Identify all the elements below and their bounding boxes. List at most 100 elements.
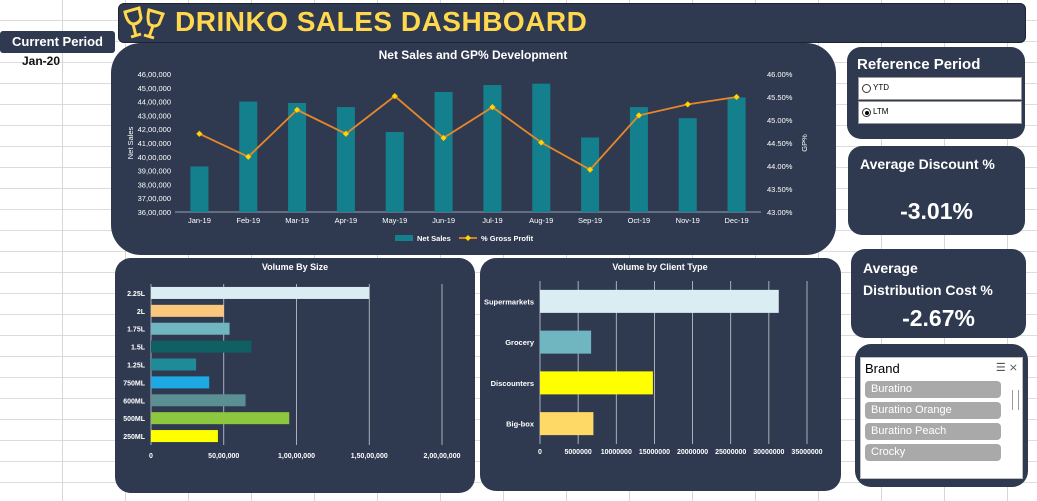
chart-title: Volume by Client Type xyxy=(612,262,707,272)
x-tick-label: Mar-19 xyxy=(285,216,309,225)
x-tick-label: 35000000 xyxy=(791,449,822,456)
y2-tick-label: 43.00% xyxy=(767,208,793,217)
category-label: 2.25L xyxy=(127,291,146,298)
net-sales-bar xyxy=(336,107,355,212)
brand-item[interactable]: Buratino Peach xyxy=(865,423,1001,440)
net-sales-bar xyxy=(532,83,551,212)
dashboard-title-bar: DRINKO SALES DASHBOARD xyxy=(118,3,1026,43)
y-tick-label: 39,00,000 xyxy=(138,167,171,176)
gross-profit-line xyxy=(199,94,737,171)
volume-bar xyxy=(151,340,252,353)
brand-item[interactable]: Buratino Orange xyxy=(865,402,1001,419)
category-label: Big-box xyxy=(506,420,535,429)
legend-net-sales-label: Net Sales xyxy=(417,234,451,243)
average-discount-title: Average Discount % xyxy=(860,156,995,172)
gross-profit-point xyxy=(684,101,692,108)
volume-bar xyxy=(151,358,197,371)
y2-tick-label: 45.50% xyxy=(767,93,793,102)
distribution-cost-value: -2.67% xyxy=(902,305,975,331)
category-label: Discounters xyxy=(491,379,534,388)
category-label: 750ML xyxy=(123,380,146,387)
net-sales-bar xyxy=(678,118,697,212)
x-tick-label: Jan-19 xyxy=(188,216,211,225)
y-tick-label: 36,00,000 xyxy=(138,208,171,217)
x-tick-label: 25000000 xyxy=(715,449,746,456)
y-tick-label: 42,00,000 xyxy=(138,125,171,134)
ytd-radio[interactable] xyxy=(862,84,871,93)
y-tick-label: 46,00,000 xyxy=(138,70,171,79)
brand-slicer: Brand ☰ ⨯ Buratino Buratino Orange Burat… xyxy=(860,357,1023,479)
average-discount-card: Average Discount % -3.01% xyxy=(848,146,1025,235)
ytd-label: YTD xyxy=(873,83,889,92)
legend-gp-label: % Gross Profit xyxy=(481,234,534,243)
ltm-option[interactable]: LTM xyxy=(858,101,1022,124)
legend-net-sales-swatch xyxy=(395,235,413,241)
volume-bar xyxy=(151,394,246,407)
distribution-cost-title-line1: Average xyxy=(863,260,918,276)
multi-select-icon[interactable]: ☰ xyxy=(996,362,1006,374)
category-label: 1.75L xyxy=(127,327,146,334)
volume-bar xyxy=(151,430,218,443)
net-sales-bar xyxy=(190,166,209,212)
category-label: 600ML xyxy=(123,398,146,405)
net-sales-bar xyxy=(727,97,746,212)
legend-gp-marker xyxy=(465,235,471,241)
volume-bar xyxy=(151,304,224,317)
brand-slicer-title: Brand xyxy=(865,361,900,376)
x-tick-label: 5000000 xyxy=(565,449,592,456)
ytd-option[interactable]: YTD xyxy=(858,77,1022,100)
volume-bar xyxy=(151,412,290,425)
volume-by-size-chart: Volume By Size 0 50,00,000 1,00,00,000 1,50,… xyxy=(123,262,461,460)
volume-bar xyxy=(540,330,592,354)
slicer-toolbar: ☰ ⨯ xyxy=(996,361,1018,374)
net-sales-gp-chart: Net Sales and GP% Development 36,00,000 37… xyxy=(126,48,809,243)
gross-profit-point xyxy=(196,130,203,138)
volume-bar xyxy=(151,286,370,299)
y-tick-label: 37,00,000 xyxy=(138,194,171,203)
y2-tick-label: 43.50% xyxy=(767,185,793,194)
x-tick-label: 30000000 xyxy=(753,449,784,456)
y2-axis-label: GP% xyxy=(800,134,809,152)
y-tick-label: 45,00,000 xyxy=(138,84,171,93)
clear-filter-icon[interactable]: ⨯ xyxy=(1009,362,1018,374)
x-tick-label: Nov-19 xyxy=(676,216,700,225)
x-tick-label: 2,00,00,000 xyxy=(424,453,461,460)
x-tick-label: Oct-19 xyxy=(628,216,651,225)
net-sales-gp-chart-panel: Net Sales and GP% Development 36,00,000 37… xyxy=(111,43,836,255)
current-period-text: Current Period xyxy=(11,34,103,49)
x-tick-label: 1,00,00,000 xyxy=(278,453,315,460)
y-tick-label: 40,00,000 xyxy=(138,153,171,162)
volume-bar xyxy=(540,289,779,313)
category-label: 1.5L xyxy=(131,345,146,352)
volume-by-size-panel: Volume By Size 0 50,00,000 1,00,00,000 1,50,… xyxy=(115,258,475,493)
x-tick-label: 10000000 xyxy=(601,449,632,456)
current-period-label: Current Period xyxy=(0,31,115,53)
ltm-radio[interactable] xyxy=(862,108,871,117)
wine-glasses-icon xyxy=(123,6,166,40)
chart-title: Net Sales and GP% Development xyxy=(379,48,568,62)
category-label: 500ML xyxy=(123,416,146,423)
net-sales-bar xyxy=(581,137,600,212)
y2-tick-label: 44.00% xyxy=(767,162,793,171)
x-tick-label: Dec-19 xyxy=(724,216,748,225)
x-tick-label: 1,50,00,000 xyxy=(351,453,388,460)
category-label: 250ML xyxy=(123,434,146,441)
y-tick-label: 38,00,000 xyxy=(138,180,171,189)
brand-item[interactable]: Crocky xyxy=(865,444,1001,461)
x-tick-label: 0 xyxy=(538,449,542,456)
chart-title: Volume By Size xyxy=(262,262,328,272)
net-sales-bar xyxy=(288,102,307,212)
y-axis-label: Net Sales xyxy=(126,126,135,159)
brand-slicer-panel: Brand ☰ ⨯ Buratino Buratino Orange Burat… xyxy=(855,344,1028,487)
reference-period-title: Reference Period xyxy=(857,56,981,73)
ltm-label: LTM xyxy=(873,107,889,116)
x-tick-label: Aug-19 xyxy=(529,216,553,225)
category-label: Supermarkets xyxy=(484,297,534,306)
x-tick-label: May-19 xyxy=(382,216,407,225)
page-title: DRINKO SALES DASHBOARD xyxy=(175,6,588,37)
net-sales-bar xyxy=(385,131,404,212)
current-period-value[interactable]: Jan-20 xyxy=(22,54,60,68)
brand-item[interactable]: Buratino xyxy=(865,381,1001,398)
x-tick-label: 0 xyxy=(149,453,153,460)
slicer-scrollbar[interactable] xyxy=(1012,390,1019,410)
